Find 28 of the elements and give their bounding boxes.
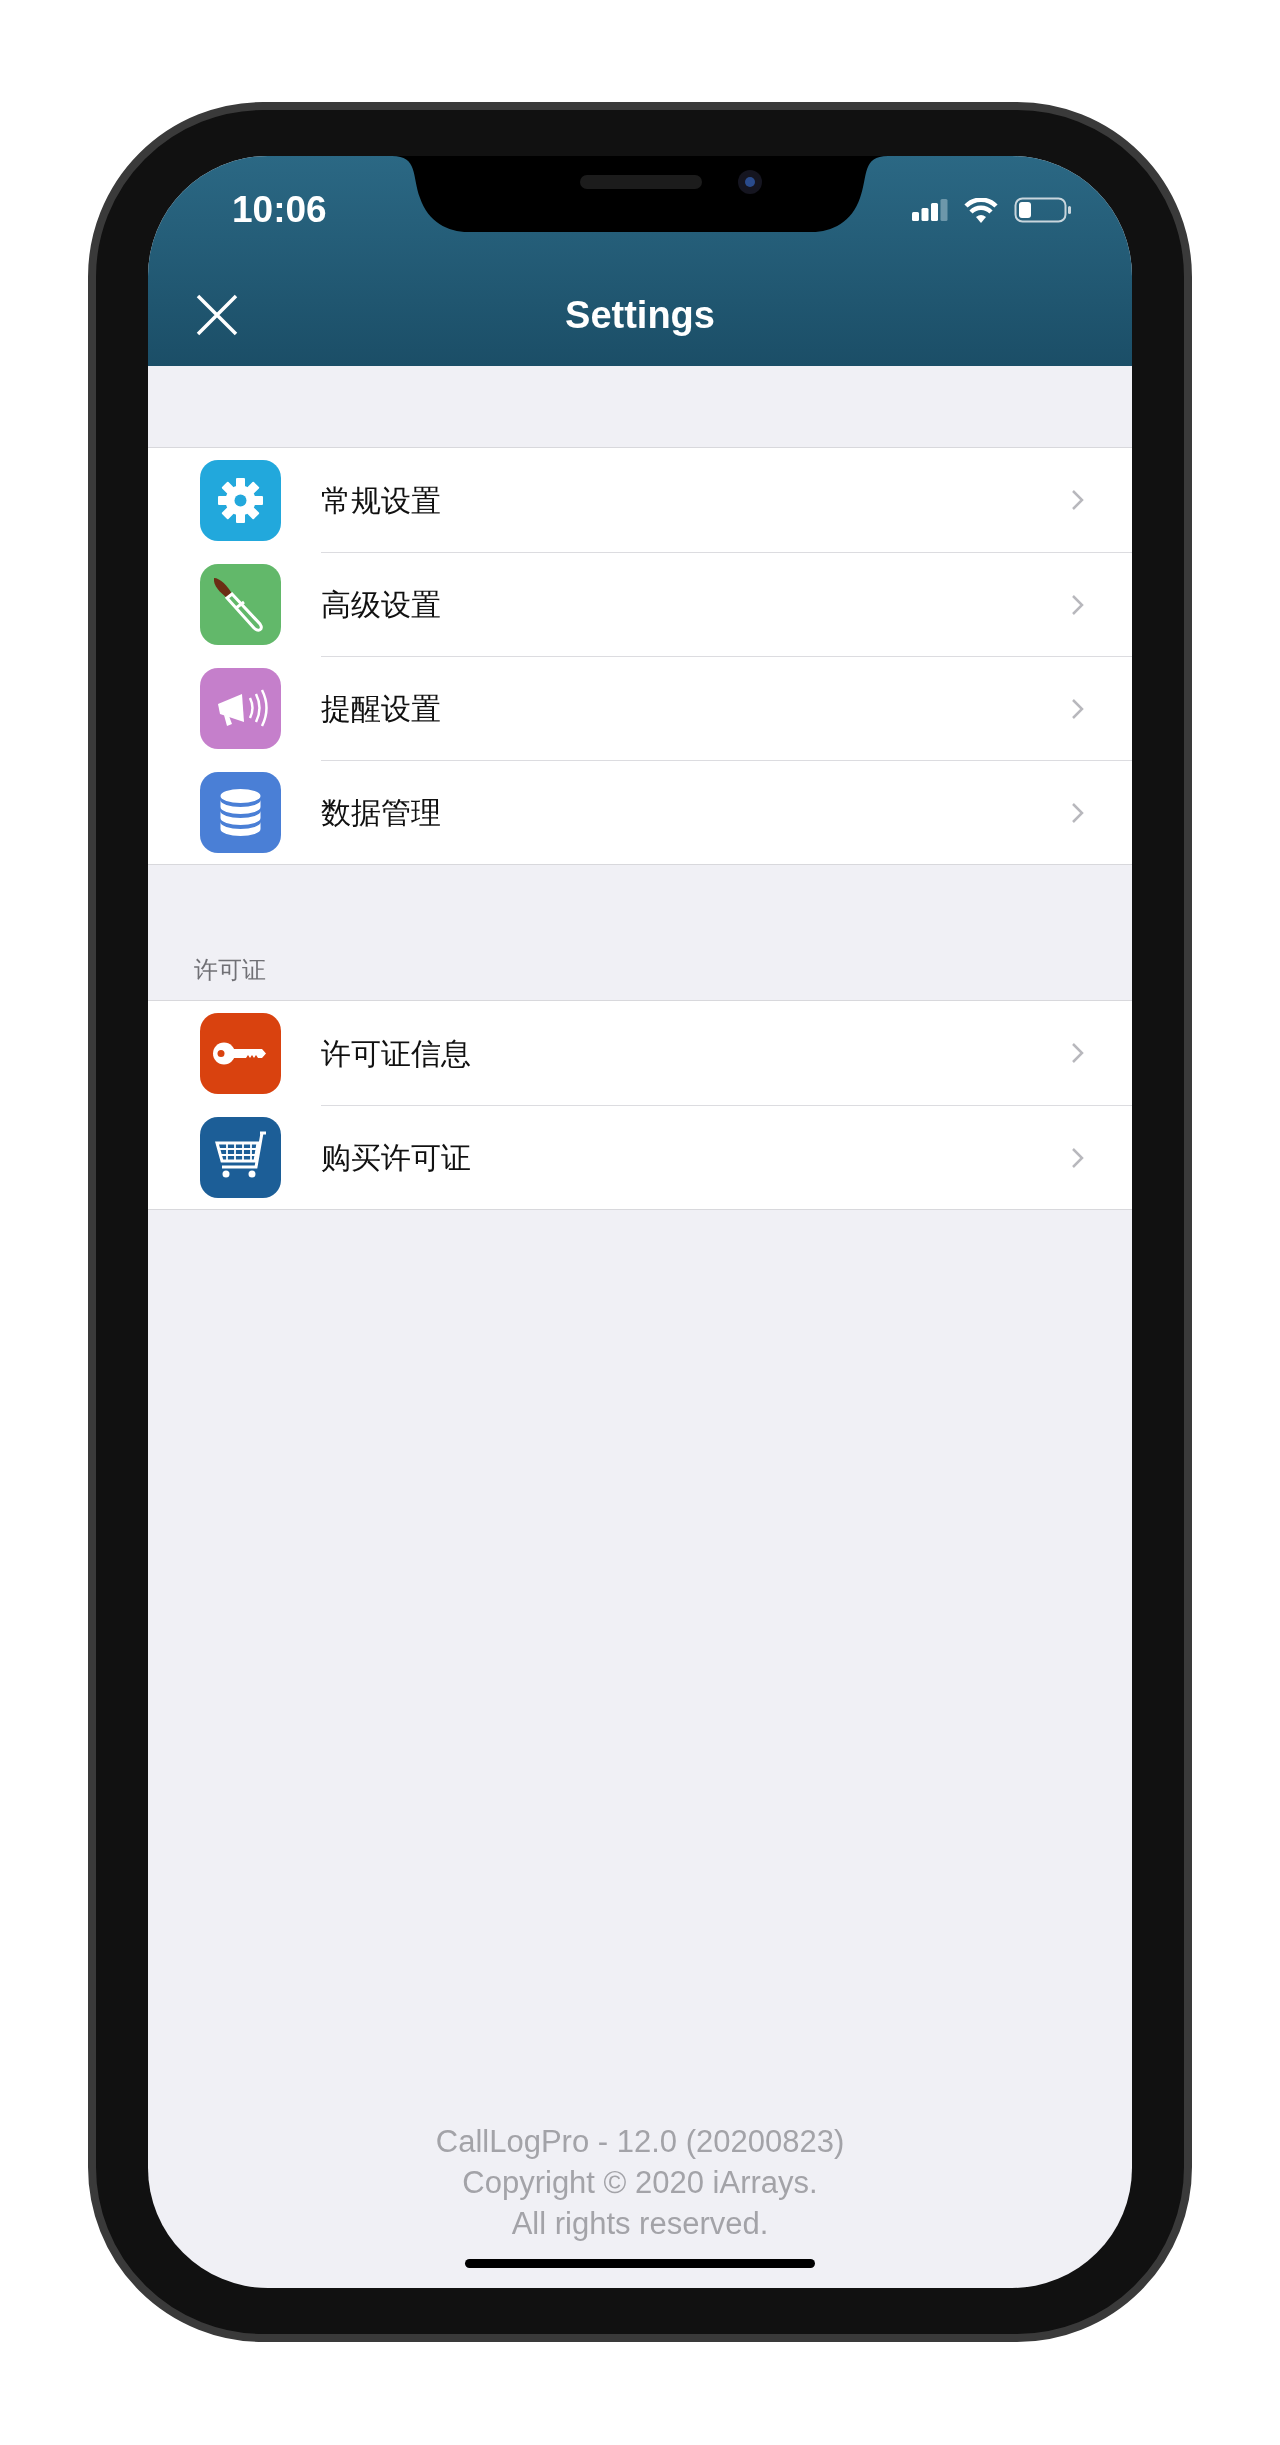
settings-row[interactable]: 数据管理 bbox=[148, 760, 1132, 864]
footer-text: All rights reserved. bbox=[511, 2205, 769, 2244]
nav-title: Settings bbox=[565, 292, 715, 338]
wifi-icon bbox=[964, 197, 998, 223]
chevron-icon bbox=[1071, 1042, 1084, 1064]
row-label: 许可证信息 bbox=[321, 1035, 471, 1072]
row-label: 高级设置 bbox=[321, 587, 441, 623]
chevron-icon bbox=[1071, 801, 1084, 824]
row-label: 数据管理 bbox=[321, 795, 441, 831]
row-label: 提醒设置 bbox=[321, 691, 441, 727]
status-time: 10:06 bbox=[232, 188, 327, 233]
close-button[interactable] bbox=[196, 294, 238, 336]
section-header: 许可证 bbox=[193, 955, 266, 985]
footer-text: Copyright © 2020 iArrays. bbox=[462, 2164, 818, 2203]
row-label: 常规设置 bbox=[321, 482, 441, 519]
settings-row[interactable]: 常规设置 bbox=[148, 448, 1132, 552]
settings-row[interactable]: 购买许可证 bbox=[148, 1105, 1132, 1209]
settings-row[interactable]: 提醒设置 bbox=[148, 656, 1132, 760]
footer-text: CallLogPro - 12.0 (20200823) bbox=[435, 2123, 845, 2162]
chevron-icon bbox=[1071, 489, 1084, 511]
chevron-icon bbox=[1071, 697, 1084, 720]
settings-row[interactable]: 许可证信息 bbox=[148, 1001, 1132, 1105]
chevron-icon bbox=[1071, 1146, 1084, 1169]
signal-icon bbox=[912, 199, 948, 221]
chevron-icon bbox=[1071, 593, 1084, 616]
settings-row[interactable]: 高级设置 bbox=[148, 552, 1132, 656]
battery-icon bbox=[1014, 197, 1072, 223]
row-label: 购买许可证 bbox=[321, 1140, 471, 1176]
